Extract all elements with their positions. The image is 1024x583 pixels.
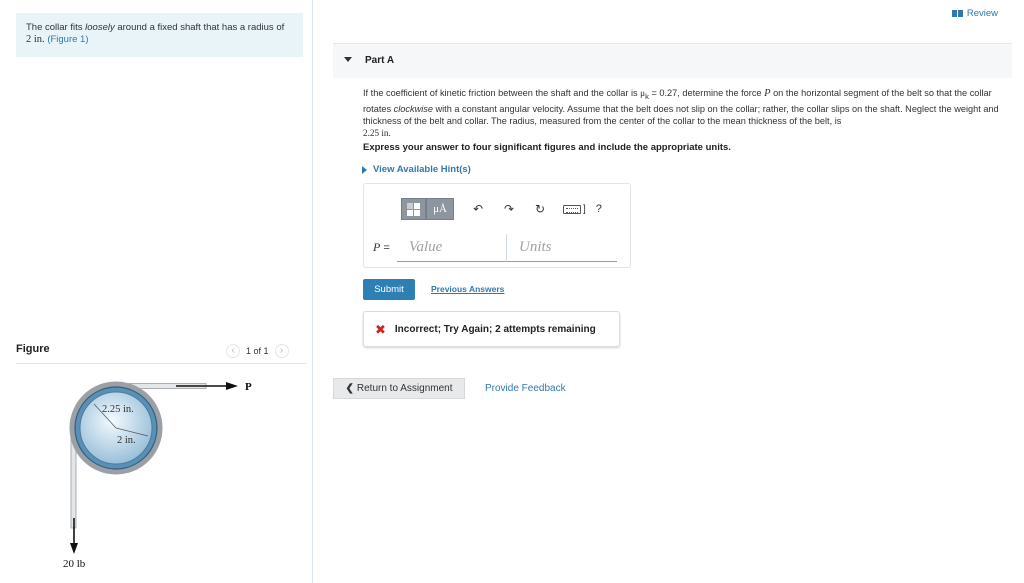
chevron-left-icon: ❮ [345, 383, 354, 394]
view-hints-toggle[interactable]: View Available Hint(s) [362, 164, 471, 175]
submit-button[interactable]: Submit [363, 279, 415, 300]
figure-pager: ‹ 1 of 1 › [226, 343, 289, 359]
undo-icon[interactable]: ↶ [471, 202, 485, 216]
caret-down-icon [344, 57, 352, 62]
return-label: Return to Assignment [356, 383, 453, 394]
caret-right-icon [362, 165, 367, 174]
weight-arrowhead [70, 543, 78, 554]
intro-radius: 2 in. [26, 34, 45, 45]
answer-variable: P [373, 240, 381, 254]
intro-text-2: around a fixed shaft that has a radius o… [114, 22, 285, 33]
bracket-glyph: ] [583, 203, 586, 215]
left-panel: The collar fits loosely around a fixed s… [0, 0, 313, 583]
error-x-icon: ✖ [375, 321, 386, 337]
provide-feedback-link[interactable]: Provide Feedback [485, 383, 566, 394]
inner-radius-label: 2 in. [117, 435, 136, 446]
units-symbols-button[interactable]: μÅ [426, 198, 454, 220]
feedback-message: ✖ Incorrect; Try Again; 2 attempts remai… [363, 311, 620, 347]
help-icon[interactable]: ? [596, 203, 602, 215]
figure-title: Figure [16, 343, 50, 355]
part-title: Part A [365, 55, 395, 66]
force-label: P [245, 381, 252, 393]
answer-instruction: Express your answer to four significant … [363, 142, 731, 153]
next-figure-button[interactable]: › [274, 344, 289, 358]
redo-icon[interactable]: ↷ [502, 202, 516, 216]
radius-value: 2.25 in. [363, 127, 391, 138]
figure-count: 1 of 1 [246, 346, 269, 356]
figure-header: Figure ‹ 1 of 1 › [16, 338, 306, 364]
problem-intro: The collar fits loosely around a fixed s… [16, 13, 303, 57]
templates-button[interactable] [401, 198, 426, 220]
units-input[interactable] [507, 234, 617, 262]
prev-figure-button[interactable]: ‹ [226, 344, 240, 358]
weight-label: 20 lb [63, 558, 86, 570]
intro-text-1: The collar fits [26, 22, 86, 33]
return-to-assignment-button[interactable]: ❮ Return to Assignment [333, 378, 465, 399]
problem-text: = 0.27, determine the force [648, 88, 765, 98]
figure-link[interactable]: (Figure 1) [47, 34, 88, 45]
problem-statement: If the coefficient of kinetic friction b… [363, 87, 1008, 139]
reset-icon[interactable]: ↻ [533, 202, 547, 216]
previous-answers-link[interactable]: Previous Answers [431, 284, 504, 294]
intro-text-italic: loosely [85, 22, 115, 33]
problem-text: with a constant angular velocity. Assume… [363, 103, 999, 126]
clockwise-text: clockwise [393, 103, 433, 114]
answer-box: μÅ ↶ ↷ ↻ ] ? P = [363, 183, 631, 268]
part-a-header[interactable]: Part A [333, 43, 1012, 78]
math-toolbar: μÅ ↶ ↷ ↻ ] ? [401, 197, 602, 221]
collar-figure: 2.25 in. 2 in. P 20 lb [63, 381, 252, 570]
review-link[interactable]: Review [951, 8, 998, 19]
keyboard-icon[interactable] [563, 204, 581, 214]
force-arrowhead [226, 382, 238, 390]
answer-label: P = [373, 240, 390, 255]
outer-radius-label: 2.25 in. [102, 404, 134, 415]
book-icon [951, 10, 963, 17]
problem-text: If the coefficient of kinetic friction b… [363, 88, 641, 98]
hints-label: View Available Hint(s) [373, 164, 471, 175]
feedback-text: Incorrect; Try Again; 2 attempts remaini… [394, 323, 596, 335]
template-grid-icon [407, 202, 420, 216]
value-input[interactable] [397, 234, 507, 262]
review-label: Review [966, 8, 998, 19]
equals-sign: = [383, 242, 390, 254]
